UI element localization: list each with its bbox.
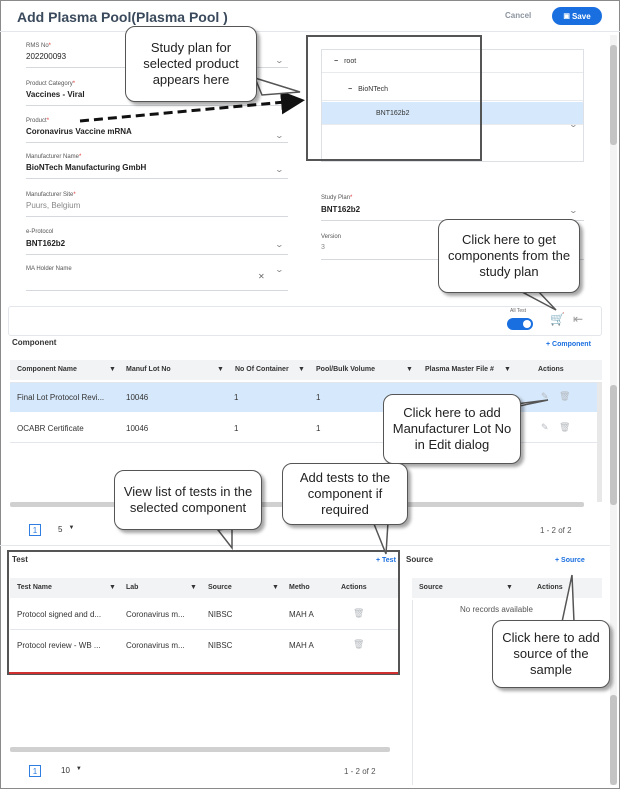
- callout-manufacturer-lot: Click here to add Manufacturer Lot No in…: [383, 394, 521, 464]
- callout-get-components: Click here to get components from the st…: [438, 219, 580, 293]
- callout-add-source: Click here to add source of the sample: [492, 620, 610, 688]
- callout-tail: [561, 574, 575, 623]
- callout-add-tests: Add tests to the component if required: [282, 463, 408, 525]
- callout-tail: [372, 521, 389, 555]
- dashed-arrow: [79, 90, 305, 123]
- callout-view-tests: View list of tests in the selected compo…: [114, 470, 262, 530]
- callout-tail: [253, 76, 301, 96]
- callout-tail: [521, 289, 557, 311]
- callout-study-plan: Study plan for selected product appears …: [125, 26, 257, 102]
- callout-tail: [216, 527, 233, 551]
